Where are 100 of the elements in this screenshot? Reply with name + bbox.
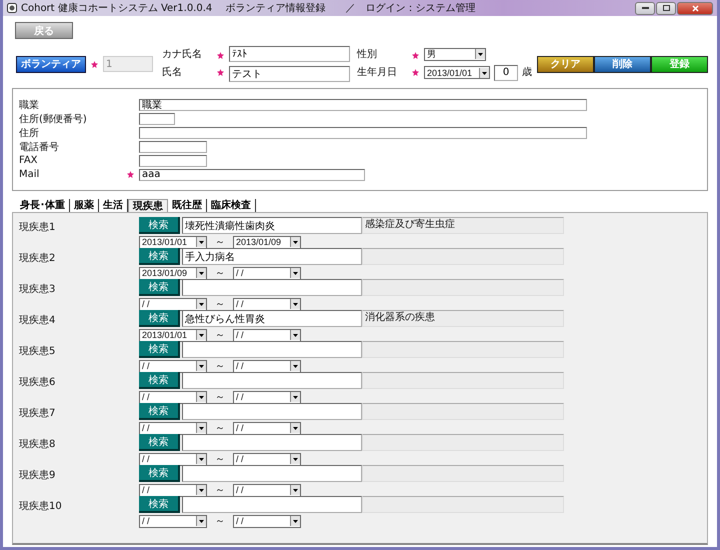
- start-date-dropdown[interactable]: / /: [139, 422, 207, 434]
- required-star-icon: [217, 52, 224, 59]
- input-field[interactable]: [139, 154, 207, 166]
- search-button[interactable]: 検索: [139, 217, 180, 234]
- disease-label: 現疾患10: [19, 500, 63, 514]
- tilde: ～: [215, 422, 225, 435]
- end-date-dropdown[interactable]: / /: [233, 266, 301, 280]
- disease-label: 現疾患9: [19, 468, 56, 483]
- maximize-button[interactable]: [656, 2, 676, 14]
- sex-dropdown[interactable]: 男: [424, 48, 486, 60]
- disease-name-field[interactable]: [182, 434, 362, 451]
- field-label: 住所(郵便番号): [19, 112, 88, 126]
- input-field[interactable]: [139, 140, 207, 152]
- close-button[interactable]: [677, 2, 713, 14]
- end-date-dropdown[interactable]: / /: [233, 452, 301, 466]
- disease-name-field[interactable]: [182, 372, 362, 389]
- disease-name-field[interactable]: 手入力病名: [182, 248, 362, 265]
- end-date-dropdown[interactable]: / /: [233, 360, 301, 372]
- input-field[interactable]: [139, 112, 175, 124]
- disease-label: 現疾患6: [19, 376, 56, 390]
- disease-name-field[interactable]: [182, 279, 362, 296]
- tilde: ～: [215, 484, 225, 497]
- end-date-dropdown[interactable]: / /: [233, 328, 301, 342]
- sex-label: 性別: [357, 48, 378, 62]
- search-button[interactable]: 検索: [139, 341, 180, 358]
- search-button[interactable]: 検索: [139, 434, 180, 451]
- end-date-dropdown[interactable]: / /: [233, 422, 301, 434]
- age-unit: 歳: [522, 66, 532, 80]
- tab[interactable]: 現疾患: [128, 199, 168, 212]
- disease-label: 現疾患1: [19, 220, 56, 235]
- end-date-dropdown[interactable]: / /: [233, 390, 301, 404]
- disease-name-field[interactable]: [182, 403, 362, 420]
- required-star-icon: [412, 69, 419, 76]
- field-label: 職業: [19, 98, 40, 112]
- field-label: FAX: [19, 155, 39, 166]
- disease-label: 現疾患3: [19, 282, 56, 297]
- close-icon: [692, 4, 698, 12]
- field-label: 電話番号: [19, 140, 60, 154]
- field-label: Mail: [19, 169, 40, 180]
- required-star-icon: [217, 69, 224, 76]
- kana-name-field[interactable]: ﾃｽﾄ: [229, 46, 350, 62]
- input-field[interactable]: [139, 126, 587, 138]
- start-date-dropdown[interactable]: 2013/01/01: [139, 236, 207, 248]
- end-date-dropdown[interactable]: / /: [233, 514, 301, 528]
- start-date-dropdown[interactable]: / /: [139, 390, 207, 404]
- search-button[interactable]: 検索: [139, 403, 180, 420]
- birth-date-label: 生年月日: [357, 66, 398, 80]
- start-date-dropdown[interactable]: 2013/01/09: [139, 266, 207, 280]
- disease-name-field[interactable]: 急性びらん性胃炎: [182, 310, 362, 327]
- action-button[interactable]: 削除: [594, 56, 651, 72]
- disease-label: 現疾患5: [19, 344, 56, 359]
- start-date-dropdown[interactable]: / /: [139, 484, 207, 496]
- tilde: ～: [215, 329, 225, 342]
- tilde: ～: [215, 391, 225, 404]
- disease-name-field[interactable]: [182, 465, 362, 482]
- tilde: ～: [215, 453, 225, 466]
- start-date-dropdown[interactable]: / /: [139, 360, 207, 372]
- app-icon: [7, 3, 17, 13]
- input-field[interactable]: aaa: [139, 168, 365, 180]
- search-button[interactable]: 検索: [139, 279, 180, 296]
- kana-name-label: カナ氏名: [162, 48, 203, 62]
- name-label: 氏名: [162, 66, 183, 80]
- disease-label: 現疾患8: [19, 438, 56, 452]
- input-field[interactable]: 職業: [139, 98, 587, 110]
- volunteer-button[interactable]: ボランティア: [16, 56, 86, 72]
- minimize-button[interactable]: [635, 2, 655, 14]
- tilde: ～: [215, 515, 225, 528]
- category-field: 感染症及び寄生虫症: [362, 217, 564, 234]
- disease-label: 現疾患2: [19, 252, 56, 266]
- maximize-icon: [662, 5, 670, 11]
- end-date-dropdown[interactable]: 2013/01/09: [233, 236, 301, 248]
- birth-date-dropdown[interactable]: 2013/01/01: [424, 66, 490, 79]
- start-date-dropdown[interactable]: 2013/01/01: [139, 328, 207, 342]
- end-date-dropdown[interactable]: / /: [233, 298, 301, 310]
- search-button[interactable]: 検索: [139, 248, 180, 265]
- end-date-dropdown[interactable]: / /: [233, 484, 301, 496]
- disease-name-field[interactable]: 壊死性潰瘍性歯肉炎: [182, 217, 362, 234]
- search-button[interactable]: 検索: [139, 310, 180, 327]
- tilde: ～: [215, 360, 225, 373]
- disease-label: 現疾患7: [19, 406, 56, 421]
- window-title: Cohort 健康コホートシステム Ver1.0.0.4 ボランティア情報登録 ／ ログイン：システム管理: [21, 2, 476, 15]
- minimize-icon: [642, 6, 648, 10]
- start-date-dropdown[interactable]: / /: [139, 514, 207, 528]
- required-star-icon: [91, 60, 98, 68]
- tilde: ～: [215, 267, 225, 280]
- age-field[interactable]: 0: [494, 64, 518, 80]
- disease-name-field[interactable]: [182, 496, 362, 513]
- disease-label: 現疾患4: [19, 314, 56, 328]
- required-star-icon: [412, 52, 419, 59]
- search-button[interactable]: 検索: [139, 465, 180, 482]
- category-field: 消化器系の疾患: [362, 310, 564, 327]
- start-date-dropdown[interactable]: / /: [139, 298, 207, 310]
- tilde: ～: [215, 298, 225, 311]
- search-button[interactable]: 検索: [139, 372, 180, 389]
- required-star-icon: [127, 171, 134, 178]
- search-button[interactable]: 検索: [139, 496, 180, 513]
- start-date-dropdown[interactable]: / /: [139, 452, 207, 466]
- tilde: ～: [215, 236, 225, 249]
- disease-name-field[interactable]: [182, 341, 362, 358]
- name-field[interactable]: テスト: [229, 66, 350, 82]
